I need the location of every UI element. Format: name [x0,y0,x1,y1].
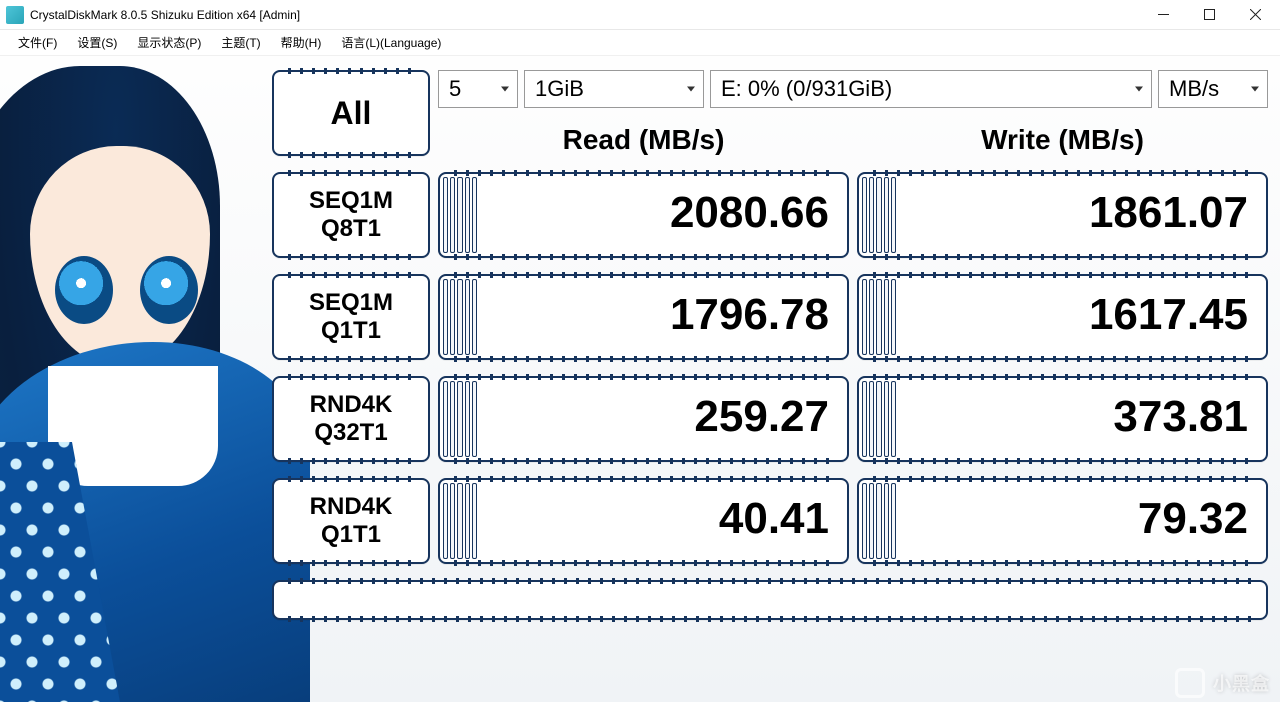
menu-theme[interactable]: 主题(T) [211,31,270,54]
test-label-line2: Q32T1 [314,419,387,446]
drive-value: E: 0% (0/931GiB) [721,76,892,102]
mascot-art [0,56,310,702]
runs-select[interactable]: 5 [438,70,518,108]
close-button[interactable] [1232,0,1278,30]
menu-file[interactable]: 文件(F) [8,31,67,54]
runs-value: 5 [449,76,461,102]
all-button[interactable]: All [272,70,430,156]
result-write-1: 1617.45 [857,274,1268,360]
test-label-line2: Q8T1 [321,215,381,242]
result-value: 259.27 [694,392,829,442]
test-label-line1: SEQ1M [309,187,393,214]
menubar: 文件(F) 设置(S) 显示状态(P) 主题(T) 帮助(H) 语言(L)(La… [0,30,1280,56]
maximize-button[interactable] [1186,0,1232,30]
menu-settings[interactable]: 设置(S) [67,31,127,54]
test-label-line2: Q1T1 [321,317,381,344]
result-value: 40.41 [719,494,829,544]
size-value: 1GiB [535,76,584,102]
result-value: 1796.78 [670,290,829,340]
result-value: 1617.45 [1089,290,1248,340]
app-icon [6,6,24,24]
write-header: Write (MB/s) [857,124,1268,156]
result-read-0: 2080.66 [438,172,849,258]
result-value: 1861.07 [1089,188,1248,238]
unit-select[interactable]: MB/s [1158,70,1268,108]
result-write-0: 1861.07 [857,172,1268,258]
result-write-3: 79.32 [857,478,1268,564]
result-value: 79.32 [1138,494,1248,544]
result-value: 373.81 [1113,392,1248,442]
test-button-rnd4k-q1t1[interactable]: RND4K Q1T1 [272,478,430,564]
menu-language[interactable]: 语言(L)(Language) [331,31,451,54]
result-read-1: 1796.78 [438,274,849,360]
watermark: 小黑盒 [1175,668,1270,698]
drive-select[interactable]: E: 0% (0/931GiB) [710,70,1152,108]
test-label-line1: SEQ1M [309,289,393,316]
size-select[interactable]: 1GiB [524,70,704,108]
test-button-rnd4k-q32t1[interactable]: RND4K Q32T1 [272,376,430,462]
titlebar: CrystalDiskMark 8.0.5 Shizuku Edition x6… [0,0,1280,30]
unit-value: MB/s [1169,76,1219,102]
result-value: 2080.66 [670,188,829,238]
test-label-line1: RND4K [310,493,393,520]
watermark-logo-icon [1175,668,1205,698]
result-read-3: 40.41 [438,478,849,564]
test-label-line2: Q1T1 [321,521,381,548]
read-header: Read (MB/s) [438,124,849,156]
menu-help[interactable]: 帮助(H) [271,31,332,54]
test-button-seq1m-q8t1[interactable]: SEQ1M Q8T1 [272,172,430,258]
minimize-button[interactable] [1140,0,1186,30]
all-button-label: All [331,95,372,132]
status-bar [272,580,1268,620]
result-read-2: 259.27 [438,376,849,462]
window-title: CrystalDiskMark 8.0.5 Shizuku Edition x6… [30,8,300,22]
result-write-2: 373.81 [857,376,1268,462]
test-label-line1: RND4K [310,391,393,418]
watermark-text: 小黑盒 [1213,670,1270,696]
test-button-seq1m-q1t1[interactable]: SEQ1M Q1T1 [272,274,430,360]
menu-show-status[interactable]: 显示状态(P) [127,31,211,54]
